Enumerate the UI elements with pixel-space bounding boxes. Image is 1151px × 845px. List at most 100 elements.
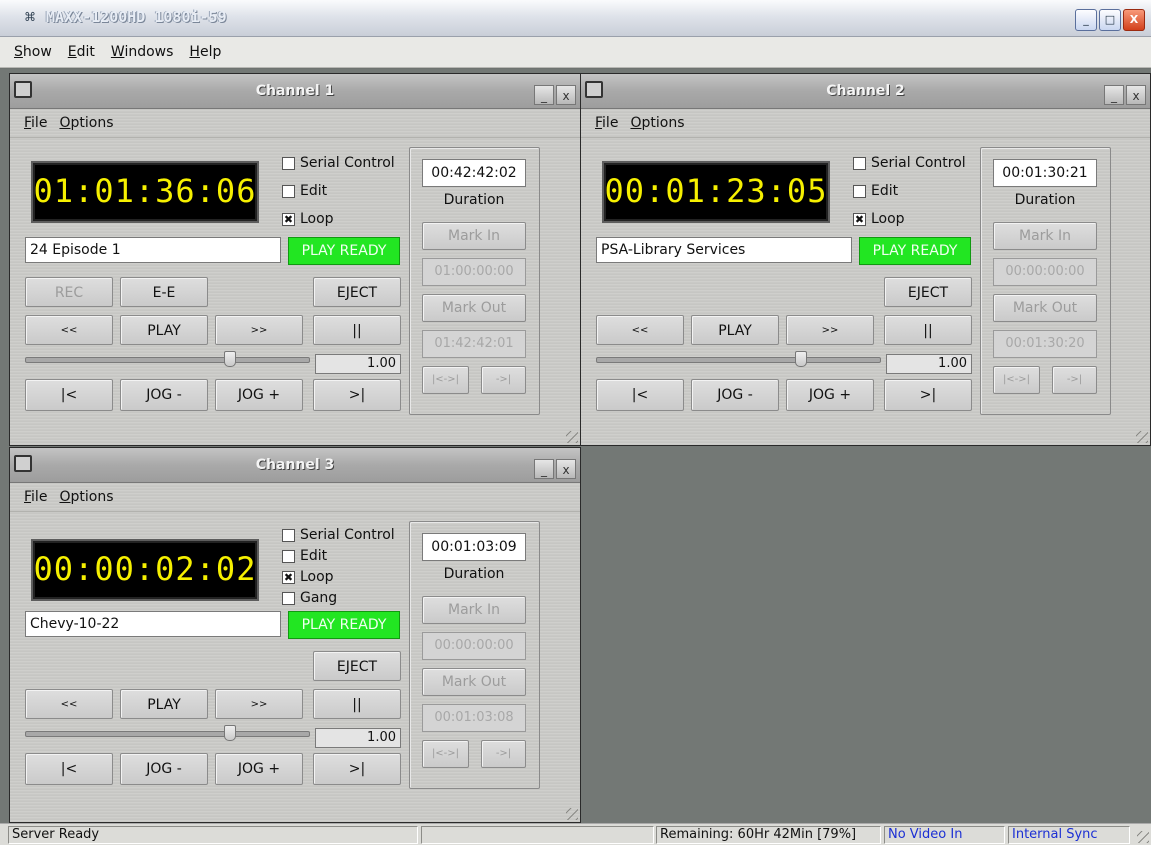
edit-checkbox[interactable]: Edit: [853, 183, 898, 199]
resize-grip-icon[interactable]: [566, 808, 578, 820]
clip-name-field[interactable]: 24 Episode 1: [25, 237, 281, 263]
eject-button[interactable]: EJECT: [884, 277, 972, 307]
rewind-button[interactable]: <<: [596, 315, 684, 345]
to-end-button[interactable]: >|: [884, 379, 972, 411]
rec-button[interactable]: REC: [25, 277, 113, 307]
channel-menu-file[interactable]: File: [595, 115, 618, 131]
minimize-button[interactable]: _: [1075, 9, 1097, 31]
app-title: MAXX-1200HD 1080i-59: [46, 8, 227, 26]
rewind-button[interactable]: <<: [25, 315, 113, 345]
channel-titlebar[interactable]: Channel 2 _ x: [581, 74, 1150, 109]
to-end-button[interactable]: >|: [313, 753, 401, 785]
serial-control-checkbox[interactable]: Serial Control: [282, 527, 395, 543]
channel-menu-file[interactable]: File: [24, 489, 47, 505]
duration-label: Duration: [1014, 192, 1076, 208]
mark-out-button[interactable]: Mark Out: [422, 294, 526, 322]
play-ready-status: PLAY READY: [288, 237, 400, 265]
rewind-button[interactable]: <<: [25, 689, 113, 719]
serial-control-checkbox[interactable]: Serial Control: [853, 155, 966, 171]
mark-in-button[interactable]: Mark In: [422, 596, 526, 624]
clip-name-field[interactable]: PSA-Library Services: [596, 237, 852, 263]
goto-out-button[interactable]: ->|: [481, 366, 526, 394]
jog-minus-button[interactable]: JOG -: [120, 379, 208, 411]
mark-in-button[interactable]: Mark In: [422, 222, 526, 250]
goto-marks-button[interactable]: |<->|: [422, 366, 469, 394]
resize-grip-icon[interactable]: [566, 431, 578, 443]
fast-forward-button[interactable]: >>: [786, 315, 874, 345]
channel-titlebar[interactable]: Channel 3 _ x: [10, 448, 580, 483]
timecode-display: 00:01:23:05: [602, 161, 830, 223]
goto-marks-button[interactable]: |<->|: [993, 366, 1040, 394]
loop-checkbox[interactable]: ✖ Loop: [282, 569, 334, 585]
jog-plus-button[interactable]: JOG +: [786, 379, 874, 411]
channel-menu-file[interactable]: File: [24, 115, 47, 131]
duration-field[interactable]: 00:42:42:02: [422, 159, 526, 187]
mark-out-button[interactable]: Mark Out: [993, 294, 1097, 322]
jog-minus-button[interactable]: JOG -: [691, 379, 779, 411]
pause-button[interactable]: ||: [313, 689, 401, 719]
shuttle-slider[interactable]: [25, 731, 310, 737]
menu-help[interactable]: Help: [189, 44, 221, 60]
channel-close-button[interactable]: x: [1126, 85, 1146, 105]
loop-checkbox[interactable]: ✖ Loop: [282, 211, 334, 227]
channel-close-button[interactable]: x: [556, 85, 576, 105]
shuttle-slider-thumb[interactable]: [223, 725, 236, 741]
goto-out-button[interactable]: ->|: [1052, 366, 1097, 394]
mark-out-timecode: 01:42:42:01: [422, 330, 526, 358]
gang-checkbox[interactable]: Gang: [282, 590, 337, 606]
channel-minimize-button[interactable]: _: [1104, 85, 1124, 105]
jog-plus-button[interactable]: JOG +: [215, 753, 303, 785]
duration-field[interactable]: 00:01:03:09: [422, 533, 526, 561]
fast-forward-button[interactable]: >>: [215, 689, 303, 719]
ee-button[interactable]: E-E: [120, 277, 208, 307]
mark-in-button[interactable]: Mark In: [993, 222, 1097, 250]
shuttle-slider-thumb[interactable]: [794, 351, 807, 367]
eject-button[interactable]: EJECT: [313, 651, 401, 681]
channel-minimize-button[interactable]: _: [534, 459, 554, 479]
fast-forward-button[interactable]: >>: [215, 315, 303, 345]
pause-button[interactable]: ||: [884, 315, 972, 345]
mark-out-button[interactable]: Mark Out: [422, 668, 526, 696]
checkbox-box: ✖: [282, 212, 295, 226]
channel-titlebar[interactable]: Channel 1 _ x: [10, 74, 580, 109]
loop-label: Loop: [300, 211, 334, 227]
channel-menu-options[interactable]: Options: [59, 115, 113, 131]
channel-menu-options[interactable]: Options: [59, 489, 113, 505]
duration-field[interactable]: 00:01:30:21: [993, 159, 1097, 187]
to-start-button[interactable]: |<: [25, 753, 113, 785]
menu-windows[interactable]: Windows: [111, 44, 174, 60]
edit-checkbox[interactable]: Edit: [282, 548, 327, 564]
eject-button[interactable]: EJECT: [313, 277, 401, 307]
close-button[interactable]: X: [1123, 9, 1145, 31]
app-titlebar[interactable]: ⌘ MAXX-1200HD 1080i-59 _ □ X: [0, 0, 1151, 37]
to-end-button[interactable]: >|: [313, 379, 401, 411]
checkbox-box: [853, 156, 866, 170]
menu-show[interactable]: Show: [14, 44, 52, 60]
to-start-button[interactable]: |<: [25, 379, 113, 411]
jog-plus-button[interactable]: JOG +: [215, 379, 303, 411]
channel-close-button[interactable]: x: [556, 459, 576, 479]
shuttle-slider[interactable]: [596, 357, 881, 363]
channel-menu-options[interactable]: Options: [630, 115, 684, 131]
jog-minus-button[interactable]: JOG -: [120, 753, 208, 785]
loop-checkbox[interactable]: ✖ Loop: [853, 211, 905, 227]
goto-marks-button[interactable]: |<->|: [422, 740, 469, 768]
clip-name-field[interactable]: Chevy-10-22: [25, 611, 281, 637]
serial-control-checkbox[interactable]: Serial Control: [282, 155, 395, 171]
edit-checkbox[interactable]: Edit: [282, 183, 327, 199]
goto-out-button[interactable]: ->|: [481, 740, 526, 768]
shuttle-slider[interactable]: [25, 357, 310, 363]
play-button[interactable]: PLAY: [691, 315, 779, 345]
menu-edit[interactable]: Edit: [68, 44, 95, 60]
pause-button[interactable]: ||: [313, 315, 401, 345]
checkbox-box: [282, 184, 295, 198]
channel-minimize-button[interactable]: _: [534, 85, 554, 105]
shuttle-slider-thumb[interactable]: [223, 351, 236, 367]
sync-status: Internal Sync: [1008, 826, 1130, 844]
to-start-button[interactable]: |<: [596, 379, 684, 411]
maximize-button[interactable]: □: [1099, 9, 1121, 31]
play-button[interactable]: PLAY: [120, 315, 208, 345]
resize-grip-icon[interactable]: [1137, 831, 1149, 843]
play-button[interactable]: PLAY: [120, 689, 208, 719]
resize-grip-icon[interactable]: [1136, 431, 1148, 443]
